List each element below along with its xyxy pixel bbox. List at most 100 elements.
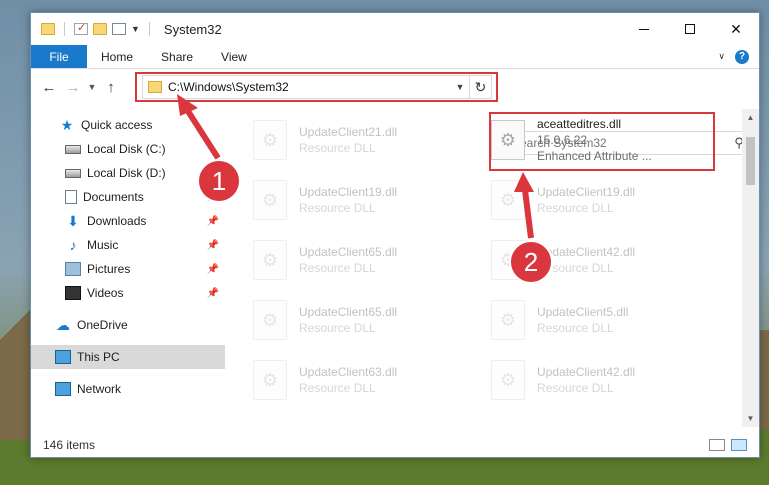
dll-file-icon: ⚙ [253, 180, 287, 220]
sidebar-item-network[interactable]: Network [31, 377, 225, 401]
pin-icon[interactable]: 📌 [207, 288, 219, 299]
back-arrow-icon[interactable]: ← [37, 79, 61, 96]
list-item[interactable]: ⚙ UpdateClient5.dll Resource DLL [491, 295, 711, 345]
minimize-icon [639, 28, 649, 30]
sidebar-item-pictures[interactable]: Pictures 📌 [31, 257, 225, 281]
dll-file-icon: ⚙ [491, 180, 525, 220]
file-name: UpdateClient65.dll [299, 305, 398, 319]
forward-arrow-icon[interactable]: → [61, 79, 85, 96]
folder-icon [41, 23, 55, 35]
list-item[interactable]: ⚙ UpdateClient42.dll Resource DLL [491, 235, 711, 285]
list-item[interactable]: ⚙ UpdateClient19.dll Resource DLL [253, 175, 473, 225]
list-item[interactable]: ⚙ UpdateClient65.dll Resource DLL [253, 295, 473, 345]
chevron-down-icon[interactable]: ▼ [131, 24, 140, 34]
sidebar-item-label: This PC [77, 350, 120, 364]
file-type: Resource DLL [299, 381, 376, 395]
file-highlight-box [489, 112, 715, 171]
file-type: Resource DLL [299, 141, 376, 155]
expand-ribbon-icon[interactable]: ∨ [718, 51, 725, 62]
new-folder-icon[interactable] [93, 23, 107, 35]
file-name: UpdateClient19.dll [299, 185, 398, 199]
sidebar-item-local-disk-d[interactable]: Local Disk (D:) [31, 161, 225, 185]
address-bar-highlight [135, 72, 498, 102]
status-bar: 146 items [31, 433, 759, 457]
recent-locations-chevron-icon[interactable]: ▼ [85, 82, 99, 92]
sidebar-item-label: Music [87, 238, 119, 252]
list-item[interactable]: ⚙ UpdateClient63.dll Resource DLL [253, 355, 473, 405]
file-name: UpdateClient19.dll [537, 185, 636, 199]
scrollbar-thumb[interactable] [746, 137, 755, 185]
sidebar-item-downloads[interactable]: ⬇ Downloads 📌 [31, 209, 225, 233]
sidebar-item-documents[interactable]: Documents 📌 [31, 185, 225, 209]
tab-view[interactable]: View [207, 45, 261, 68]
file-name: UpdateClient42.dll [537, 365, 636, 379]
file-name: UpdateClient63.dll [299, 365, 398, 379]
file-name: UpdateClient42.dll [537, 245, 636, 259]
pin-icon[interactable]: 📌 [207, 264, 219, 275]
help-icon[interactable]: ? [735, 49, 749, 64]
list-item[interactable]: ⚙ UpdateClient42.dll Resource DLL [491, 355, 711, 405]
tab-share[interactable]: Share [147, 45, 207, 68]
file-type: Resource DLL [299, 201, 376, 215]
sidebar-item-onedrive[interactable]: ☁ OneDrive [31, 313, 225, 337]
tab-home[interactable]: Home [87, 45, 147, 68]
view-toggle [709, 439, 759, 451]
pin-icon[interactable]: 📌 [207, 240, 219, 251]
list-item[interactable]: ⚙ UpdateClient19.dll Resource DLL [491, 175, 711, 225]
star-icon: ★ [60, 117, 74, 133]
download-icon: ⬇ [67, 213, 79, 229]
sidebar-item-label: Videos [87, 286, 124, 300]
sidebar-item-label: Downloads [87, 214, 147, 228]
window-title: System32 [163, 21, 222, 37]
sidebar-item-videos[interactable]: Videos 📌 [31, 281, 225, 305]
scroll-up-icon[interactable]: ▲ [742, 109, 759, 126]
scroll-down-icon[interactable]: ▼ [742, 410, 759, 427]
music-icon: ♪ [69, 237, 77, 253]
videos-icon [65, 286, 81, 300]
sidebar-item-this-pc[interactable]: This PC [31, 345, 225, 369]
network-icon [55, 382, 71, 396]
ribbon-tabs: File Home Share View ∨ ? [31, 45, 759, 69]
sidebar-item-label: Local Disk (D:) [87, 166, 166, 180]
maximize-button[interactable] [667, 13, 713, 45]
list-item[interactable]: ⚙ UpdateClient65.dll Resource DLL [253, 235, 473, 285]
sidebar-item-label: Pictures [87, 262, 131, 276]
properties-check-icon[interactable] [74, 21, 88, 35]
vertical-scrollbar[interactable]: ▲ ▼ [742, 109, 759, 427]
up-arrow-icon[interactable]: ↑ [99, 79, 123, 96]
minimize-button[interactable] [621, 13, 667, 45]
close-button[interactable]: ✕ [713, 13, 759, 45]
dll-file-icon: ⚙ [253, 360, 287, 400]
dll-file-icon: ⚙ [253, 300, 287, 340]
view-options-icon[interactable] [112, 23, 126, 35]
disk-icon [65, 168, 81, 178]
tab-file[interactable]: File [31, 45, 87, 68]
list-item[interactable]: ⚙ UpdateClient21.dll Resource DLL [253, 115, 473, 165]
documents-icon [65, 190, 77, 204]
toolbar-divider [64, 22, 65, 36]
sidebar-item-label: Local Disk (C:) [87, 142, 166, 156]
pin-icon[interactable]: 📌 [207, 216, 219, 227]
file-type: Resource DLL [537, 321, 614, 335]
details-view-icon[interactable] [709, 439, 725, 451]
pin-icon[interactable]: 📌 [207, 192, 219, 203]
sidebar-item-label: Network [77, 382, 122, 396]
file-name: UpdateClient21.dll [299, 125, 398, 139]
sidebar-item-music[interactable]: ♪ Music 📌 [31, 233, 225, 257]
sidebar-item-quick-access[interactable]: ★ Quick access [31, 113, 225, 137]
file-type: Resource DLL [299, 261, 376, 275]
large-icons-view-icon[interactable] [731, 439, 747, 451]
maximize-icon [685, 24, 695, 34]
cloud-icon: ☁ [56, 317, 70, 333]
dll-file-icon: ⚙ [253, 240, 287, 280]
dll-file-icon: ⚙ [491, 240, 525, 280]
pc-icon [55, 350, 71, 364]
sidebar-item-label: Documents [83, 190, 144, 204]
file-name: UpdateClient65.dll [299, 245, 398, 259]
dll-file-icon: ⚙ [491, 300, 525, 340]
item-count: 146 items [43, 438, 96, 452]
dll-file-icon: ⚙ [491, 360, 525, 400]
close-icon: ✕ [730, 20, 742, 37]
toolbar-divider [148, 22, 150, 36]
sidebar-item-local-disk-c[interactable]: Local Disk (C:) [31, 137, 225, 161]
